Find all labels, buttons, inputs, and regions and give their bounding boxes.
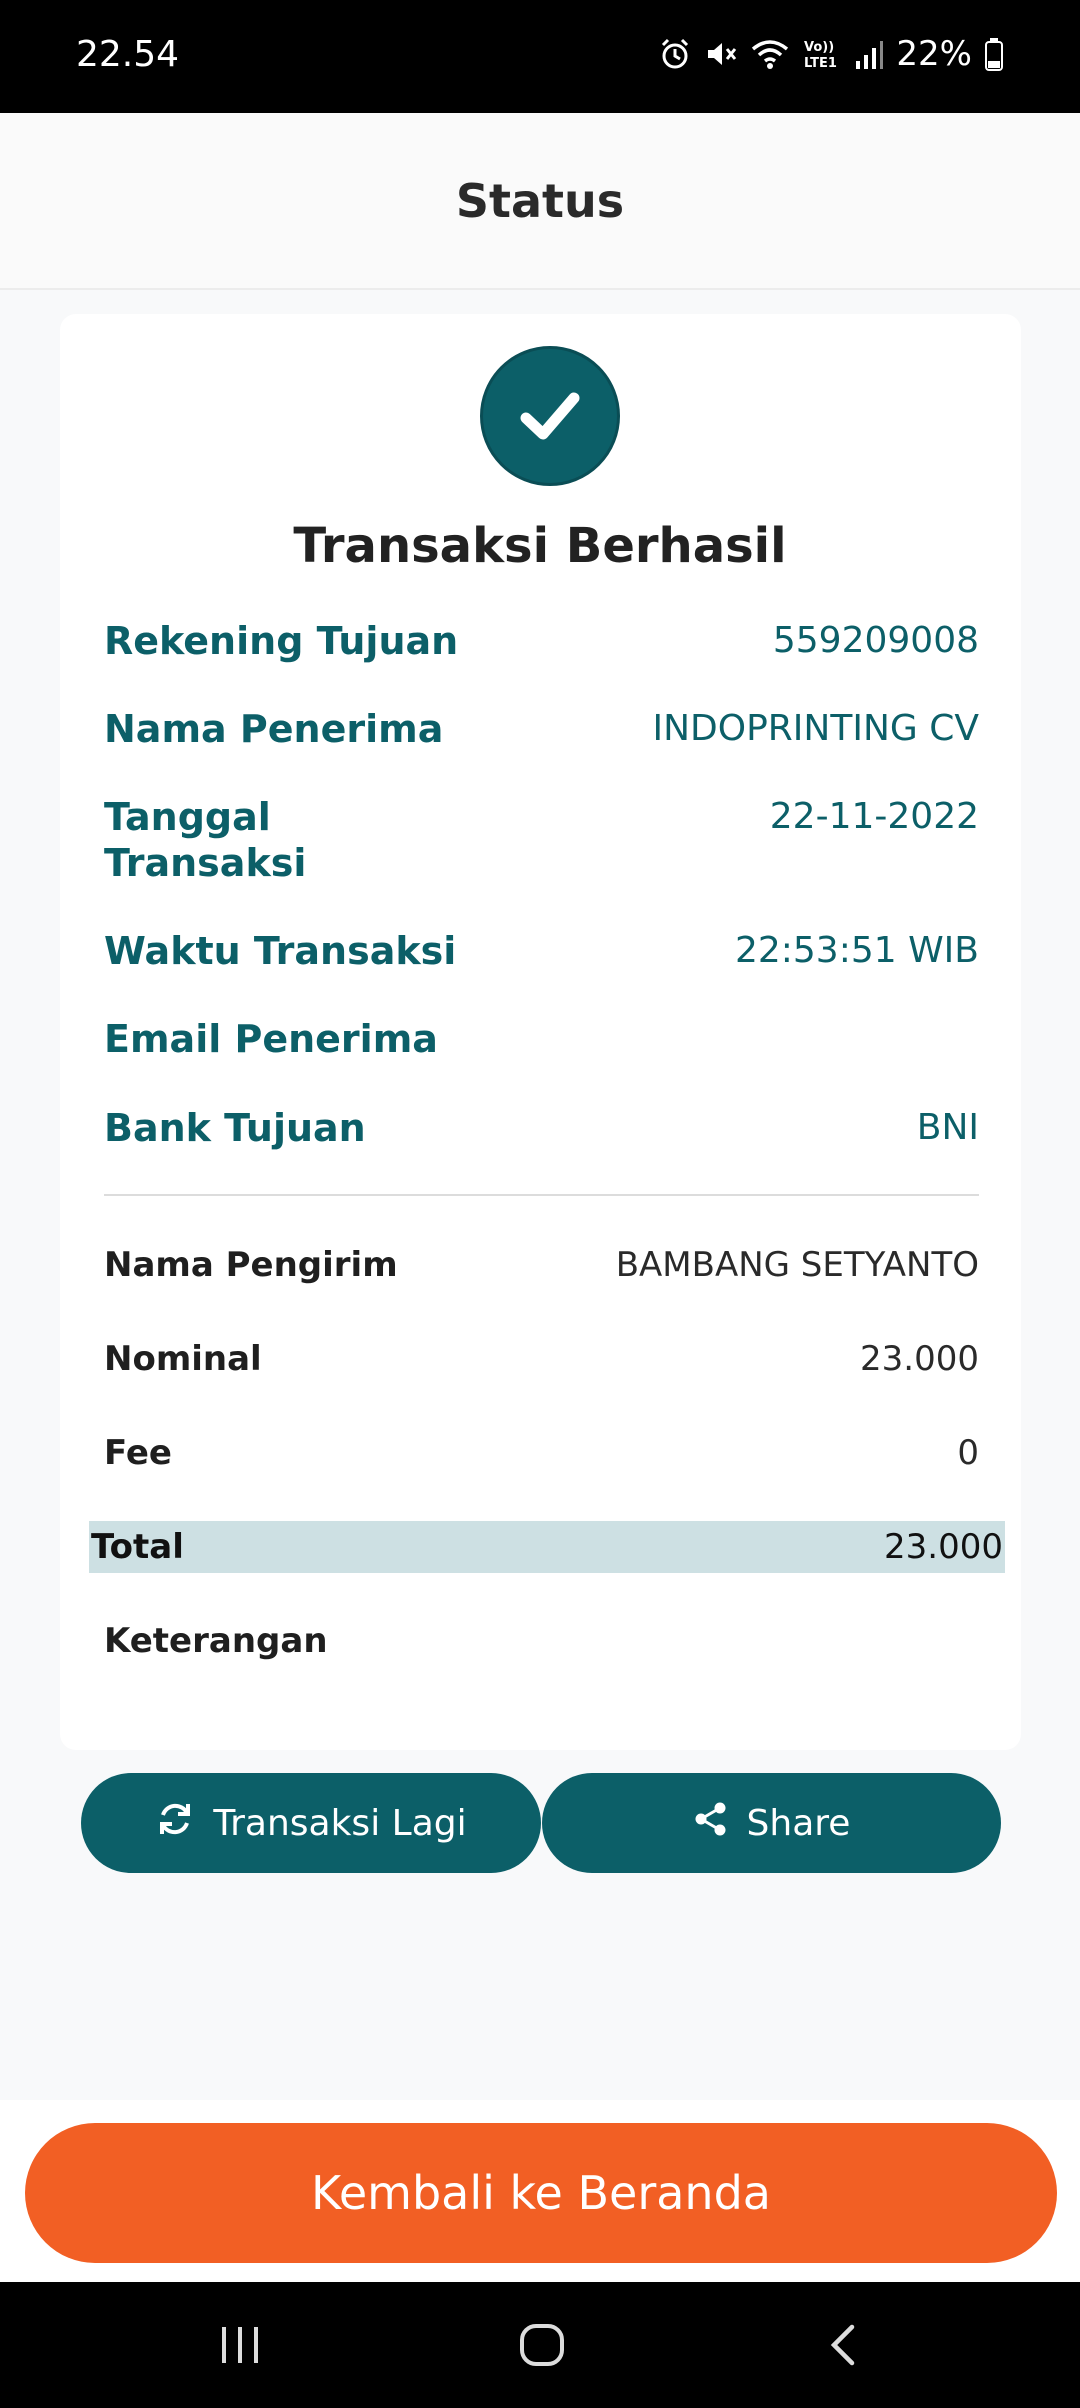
detail-label: Nama Penerima [104,707,444,751]
back-to-home-button[interactable]: Kembali ke Beranda [25,2123,1057,2263]
divider [104,1194,979,1196]
summary-label: Nominal [104,1339,262,1379]
result-title: Transaksi Berhasil [293,518,787,574]
app-header: Status [0,113,1080,290]
detail-label: Tanggal Transaksi [104,795,307,885]
signal-icon [854,37,884,71]
battery-percent: 22% [896,34,972,74]
detail-label: Waktu Transaksi [104,929,457,973]
back-icon[interactable] [804,2310,884,2380]
svg-text:LTE1: LTE1 [804,56,837,71]
detail-label: Email Penerima [104,1017,438,1061]
svg-text:Vo)): Vo)) [804,40,834,55]
recent-apps-icon[interactable] [200,2310,280,2380]
detail-value: 559209008 [772,620,979,661]
total-value: 23.000 [884,1527,1003,1567]
detail-row-tanggal: Tanggal Transaksi 22-11-2022 [104,794,979,886]
transaction-again-label: Transaksi Lagi [213,1802,467,1844]
page-title: Status [455,173,625,228]
status-time: 22.54 [76,34,180,75]
alarm-icon [658,37,692,71]
detail-value: BNI [916,1107,979,1148]
summary-row-pengirim: Nama Pengirim BAMBANG SETYANTO [104,1243,979,1287]
detail-label: Bank Tujuan [104,1106,366,1150]
share-button[interactable]: Share [542,1773,1001,1873]
note-label: Keterangan [104,1621,328,1661]
detail-value: 22-11-2022 [769,796,979,837]
note-row: Keterangan [104,1619,979,1663]
detail-label: Rekening Tujuan [104,619,459,663]
status-bar: 22.54 Vo)) LTE1 22% [0,0,1080,113]
share-icon [693,1801,729,1846]
summary-row-nominal: Nominal 23.000 [104,1337,979,1381]
detail-value: 22:53:51 WIB [734,930,979,971]
total-label: Total [91,1527,184,1567]
detail-value: INDOPRINTING CV [652,708,979,749]
battery-icon [984,37,1004,71]
detail-row-penerima: Nama Penerima INDOPRINTING CV [104,706,979,752]
share-label: Share [746,1802,851,1844]
total-row: Total 23.000 [89,1521,1005,1573]
system-nav-bar [0,2282,1080,2408]
summary-value: BAMBANG SETYANTO [615,1245,979,1285]
check-icon [480,346,620,486]
summary-label: Nama Pengirim [104,1245,398,1285]
detail-row-email: Email Penerima [104,1016,979,1062]
summary-label: Fee [104,1433,172,1473]
wifi-icon [750,37,790,71]
status-icons: Vo)) LTE1 22% [658,34,1004,74]
refresh-icon [155,1799,195,1848]
summary-row-fee: Fee 0 [104,1431,979,1475]
home-icon[interactable] [502,2310,582,2380]
transaction-again-button[interactable]: Transaksi Lagi [81,1773,541,1873]
detail-row-waktu: Waktu Transaksi 22:53:51 WIB [104,928,979,974]
detail-row-rekening: Rekening Tujuan 559209008 [104,618,979,664]
mute-icon [704,37,738,71]
summary-value: 23.000 [860,1339,979,1379]
detail-row-bank: Bank Tujuan BNI [104,1105,979,1151]
summary-value: 0 [957,1433,979,1473]
volte-icon: Vo)) LTE1 [802,37,842,71]
